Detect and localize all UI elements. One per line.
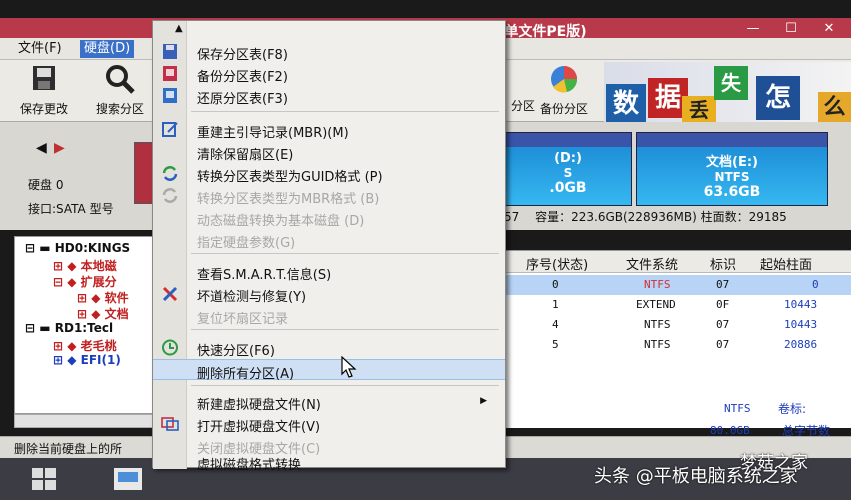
menu-bad-sector-repair[interactable]: 坏道检测与修复(Y) (153, 283, 505, 305)
save-changes-button[interactable]: 保存更改 (20, 64, 68, 117)
partition-e-fs: NTFS (714, 170, 750, 184)
menu-clear-reserved-sectors[interactable]: 清除保留扇区(E) (153, 141, 505, 163)
col-flag[interactable]: 标识 (710, 254, 736, 273)
partition-d[interactable]: (D:) S .0GB (504, 132, 632, 206)
maximize-icon[interactable]: ☐ (777, 20, 805, 37)
partition-e-size: 63.6GB (703, 184, 761, 200)
clock-icon (162, 339, 178, 356)
banner-tile: 失 (714, 66, 748, 100)
minimize-icon[interactable]: — (739, 20, 767, 37)
save-icon (163, 44, 177, 59)
disk-info: 容量：223.6GB(228936MB) 柱面数：29185 (535, 210, 787, 224)
col-start-cylinder[interactable]: 起始柱面 (760, 254, 812, 273)
menu-convert-to-guid[interactable]: 转换分区表类型为GUID格式 (P) (153, 163, 505, 185)
tree-node[interactable]: ⊞ ◆ 老毛桃 (53, 337, 117, 354)
menu-save-partition-table[interactable]: 保存分区表(F8) (153, 41, 505, 63)
tree-node[interactable]: ⊞ ◆ 文档 (77, 305, 129, 322)
table-row[interactable]: 5 NTFS 07 20886 (504, 335, 851, 355)
menu-smart-info[interactable]: 查看S.M.A.R.T.信息(S) (153, 261, 505, 283)
backup-partition-label: 备份分区 (540, 102, 589, 116)
search-partition-label: 搜索分区 (96, 102, 145, 116)
menu-convert-to-mbr[interactable]: 转换分区表类型为MBR格式 (B) (153, 185, 505, 207)
prev-disk-icon[interactable]: ◀ (36, 140, 47, 156)
windows-start-icon[interactable] (24, 464, 64, 494)
menu-disk[interactable]: 硬盘(D) (80, 40, 135, 58)
status-text: 删除当前硬盘上的所 (14, 442, 123, 456)
col-index[interactable]: 序号(状态) (526, 254, 588, 273)
convert-icon (162, 166, 178, 181)
app-taskbar-icon[interactable] (108, 464, 148, 494)
watermark-text: 头条 @平板电脑系统之家 (594, 466, 798, 487)
detail-label: 卷标: (778, 402, 807, 416)
menu-dynamic-to-basic[interactable]: 动态磁盘转换为基本磁盘 (D) (153, 207, 505, 229)
partition-e[interactable]: 文档(E:) NTFS 63.6GB (636, 132, 828, 206)
menu-new-virtual-disk[interactable]: 新建虚拟硬盘文件(N) ▶ (153, 391, 505, 413)
close-icon[interactable]: ✕ (815, 20, 843, 37)
tree-node[interactable]: ⊞ ◆ 本地磁 (53, 257, 117, 274)
partition-d-size: .0GB (549, 180, 587, 196)
menu-file[interactable]: 文件(F) (14, 40, 66, 58)
backup-icon (163, 66, 177, 81)
menu-convert-virtual-disk[interactable]: 虚拟磁盘格式转换 (153, 455, 505, 473)
disk-label: 硬盘 0 (28, 178, 64, 192)
save-icon (33, 66, 55, 90)
banner-tile: 怎 (756, 76, 800, 120)
banner-tile: 丢 (682, 96, 716, 124)
partition-d-name: (D:) (554, 151, 582, 166)
partition-d-fs: S (563, 166, 573, 180)
menu-rebuild-mbr[interactable]: 重建主引导记录(MBR)(M) (153, 119, 505, 141)
partition-label: 分区 (510, 99, 535, 113)
partition-tree: ⊟ ▬ HD0:KINGS ⊞ ◆ 本地磁 ⊟ ◆ 扩展分 ⊞ ◆ 软件 ⊞ ◆… (14, 236, 156, 414)
next-disk-icon[interactable]: ▶ (54, 140, 65, 156)
tree-node[interactable]: ⊞ ◆ EFI(1) (53, 353, 121, 367)
save-changes-label: 保存更改 (20, 102, 69, 116)
mouse-cursor-icon (341, 356, 357, 378)
menu-backup-partition-table[interactable]: 备份分区表(F2) (153, 63, 505, 85)
partition-e-name: 文档(E:) (706, 155, 758, 170)
search-icon (106, 65, 135, 94)
table-header: 序号(状态) 文件系统 标识 起始柱面 (504, 251, 851, 273)
table-row[interactable]: 1 EXTEND 0F 10443 (504, 295, 851, 315)
menu-specify-disk-params[interactable]: 指定硬盘参数(G) (153, 229, 505, 251)
menu-close-virtual-disk[interactable]: 关闭虚拟硬盘文件(C) (153, 435, 505, 457)
search-partition-button[interactable]: 搜索分区 (96, 64, 144, 117)
disk-context-menu: ▲ 保存分区表(F8) 备份分区表(F2) 还原分区表(F3) 重建主引导记录(… (152, 20, 506, 473)
disk-info-prefix: 57 (504, 210, 520, 224)
submenu-arrow-icon: ▶ (480, 396, 487, 406)
detail-fs: NTFS (724, 402, 751, 415)
col-filesystem[interactable]: 文件系统 (626, 254, 678, 273)
table-row[interactable]: 4 NTFS 07 10443 (504, 315, 851, 335)
convert-icon (162, 188, 178, 203)
partition-button[interactable]: 分区 (506, 64, 540, 114)
menu-delete-all-partitions[interactable]: 删除所有分区(A) (153, 359, 505, 382)
tree-scrollbar[interactable] (14, 414, 156, 428)
menu-reset-bad-sectors[interactable]: 复位坏扇区记录 (153, 305, 505, 327)
restore-icon (163, 88, 177, 103)
virtual-disk-icon (161, 417, 179, 431)
tree-node[interactable]: ⊟ ▬ HD0:KINGS (25, 241, 130, 255)
tree-node[interactable]: ⊟ ▬ RD1:Tecl (25, 321, 113, 335)
tree-node[interactable]: ⊟ ◆ 扩展分 (53, 273, 117, 290)
tools-icon (162, 286, 178, 302)
pie-chart-icon (551, 66, 578, 93)
menu-scroll-up-icon[interactable]: ▲ (175, 23, 183, 34)
disk-interface: 接口:SATA 型号 (28, 202, 114, 216)
backup-partition-button[interactable]: 备份分区 (540, 64, 588, 117)
menu-quick-partition[interactable]: 快速分区(F6) (153, 337, 505, 359)
menu-open-virtual-disk[interactable]: 打开虚拟硬盘文件(V) (153, 413, 505, 435)
table-row[interactable]: 0 NTFS 07 0 (504, 275, 851, 295)
banner-tile: 么 (818, 92, 851, 124)
ad-banner: 数 据 丢 失 怎 么 (604, 62, 851, 124)
menu-restore-partition-table[interactable]: 还原分区表(F3) (153, 85, 505, 107)
edit-icon (162, 122, 178, 137)
banner-tile: 数 (606, 84, 646, 124)
tree-node[interactable]: ⊞ ◆ 软件 (77, 289, 129, 306)
